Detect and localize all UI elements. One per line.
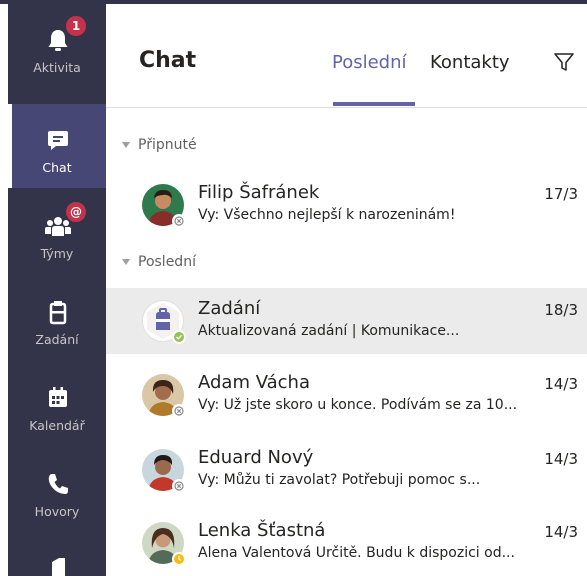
- chat-date: 14/3: [544, 375, 578, 393]
- chat-header: Chat Poslední Kontakty: [106, 4, 587, 108]
- rail-label-chat: Chat: [42, 160, 72, 175]
- rail-item-activity[interactable]: 1 Aktivita: [8, 4, 106, 88]
- rail-item-files[interactable]: [8, 534, 106, 576]
- chat-name: Zadání: [198, 298, 261, 319]
- chat-date: 18/3: [544, 301, 578, 319]
- rail-label-calendar: Kalendář: [29, 418, 85, 433]
- chat-item-assignments[interactable]: Zadání 18/3 Aktualizovaná zadání | Komun…: [106, 288, 587, 354]
- chat-item-adam[interactable]: Adam Vácha 14/3 Vy: Už jste skoro u konc…: [106, 362, 587, 428]
- phone-icon: [48, 474, 68, 494]
- files-icon: [52, 558, 65, 576]
- rail-item-calendar[interactable]: Kalendář: [8, 362, 106, 446]
- chat-date: 14/3: [544, 523, 578, 541]
- rail-item-teams[interactable]: @ Týmy: [8, 190, 106, 274]
- filter-icon[interactable]: [552, 50, 576, 74]
- chat-name: Filip Šafránek: [198, 182, 320, 203]
- rail-item-chat[interactable]: Chat: [8, 104, 106, 188]
- calendar-icon: [49, 387, 67, 407]
- section-recent[interactable]: Poslední: [122, 254, 196, 270]
- section-label: Připnuté: [138, 137, 197, 153]
- chat-preview: Vy: Můžu ti zavolat? Potřebuji pomoc s..…: [198, 472, 481, 488]
- active-indicator: [8, 104, 12, 188]
- rail-item-assignments[interactable]: Zadání: [8, 276, 106, 360]
- rail-item-calls[interactable]: Hovory: [8, 448, 106, 532]
- presence-offline-icon: [172, 404, 186, 418]
- chat-item-lenka[interactable]: Lenka Šťastná 14/3 Alena Valentová Určit…: [106, 510, 587, 576]
- chat-preview: Vy: Všechno nejlepší k narozeninám!: [198, 207, 456, 223]
- chat-preview: Alena Valentová Určitě. Budu k dispozici…: [198, 545, 515, 561]
- chat-name: Adam Vácha: [198, 372, 310, 393]
- assignments-icon: [49, 301, 67, 325]
- chat-icon: [48, 131, 68, 150]
- rail-label-calls: Hovory: [34, 504, 80, 519]
- teams-mention-badge: @: [64, 200, 88, 224]
- chevron-down-icon: [122, 259, 130, 265]
- app-rail: 1 Aktivita Chat @ Týmy Zadání Kalendář H…: [8, 4, 106, 576]
- tab-contacts[interactable]: Kontakty: [430, 52, 510, 73]
- section-label: Poslední: [138, 254, 196, 270]
- section-pinned[interactable]: Připnuté: [122, 137, 197, 153]
- chat-date: 17/3: [544, 185, 578, 203]
- chat-date: 14/3: [544, 450, 578, 468]
- presence-offline-icon: [172, 479, 186, 493]
- presence-offline-icon: [172, 214, 186, 228]
- chevron-down-icon: [122, 142, 130, 148]
- chat-list-pane: Chat Poslední Kontakty Připnuté Filip Ša…: [106, 4, 587, 576]
- rail-label-teams: Týmy: [40, 246, 74, 261]
- active-tab-indicator: [333, 102, 415, 106]
- chat-name: Eduard Nový: [198, 447, 314, 468]
- chat-item-eduard[interactable]: Eduard Nový 14/3 Vy: Můžu ti zavolat? Po…: [106, 437, 587, 503]
- page-title: Chat: [139, 48, 197, 73]
- activity-badge: 1: [64, 14, 88, 38]
- presence-available-icon: [172, 330, 186, 344]
- rail-label-assignments: Zadání: [35, 332, 79, 347]
- chat-preview: Aktualizovaná zadání | Komunikace...: [198, 323, 460, 339]
- presence-away-icon: [172, 552, 186, 566]
- chat-name: Lenka Šťastná: [198, 520, 326, 541]
- chat-item-filip[interactable]: Filip Šafránek 17/3 Vy: Všechno nejlepší…: [106, 172, 587, 238]
- tab-recent[interactable]: Poslední: [332, 52, 407, 73]
- chat-preview: Vy: Už jste skoro u konce. Podívám se za…: [198, 397, 518, 413]
- rail-label-activity: Aktivita: [33, 60, 81, 75]
- teams-window: 1 Aktivita Chat @ Týmy Zadání Kalendář H…: [0, 0, 587, 576]
